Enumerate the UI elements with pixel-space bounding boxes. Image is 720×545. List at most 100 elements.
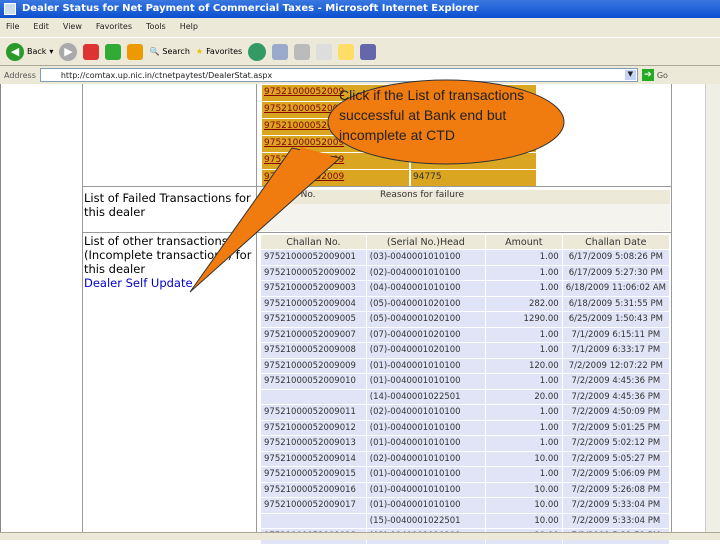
challan-no-cell: 97521000052009017 xyxy=(261,498,366,513)
head-cell: (01)-0040001010100 xyxy=(366,358,485,373)
header-challan-date: Challan Date xyxy=(562,235,669,249)
menu-file[interactable]: File xyxy=(6,22,19,33)
table-row: 97521000052009010 (01)-0040001010100 1.00 7… xyxy=(261,374,669,389)
challan-date-cell: 7/2/2009 5:33:04 PM xyxy=(562,498,669,513)
amount-cell: 120.00 xyxy=(485,358,562,373)
challan-date-cell: 6/25/2009 1:50:43 PM xyxy=(562,312,669,327)
divider xyxy=(671,84,672,532)
amount-cell: 10.00 xyxy=(485,482,562,497)
menu-favorites[interactable]: Favorites xyxy=(96,22,132,33)
head-cell: (03)-0040001010100 xyxy=(366,250,485,265)
failed-table-header: Challan No. Reasons for failure xyxy=(260,190,670,204)
table-row: 97521000052009009 (01)-0040001010100 120.0… xyxy=(261,358,669,373)
challan-date-cell: 7/2/2009 4:50:09 PM xyxy=(562,405,669,420)
head-cell: (02)-0040001010100 xyxy=(366,265,485,280)
table-row: (15)-0040001022501 10.00 7/2/2009 5:33:04 … xyxy=(261,513,669,528)
table-row: 97521000052009016 (01)-0040001010100 10.00… xyxy=(261,482,669,497)
address-input[interactable]: http://comtax.up.nic.in/ctnetpaytest/Dea… xyxy=(39,68,638,82)
table-row: 97521000052009014 (02)-0040001010100 10.00… xyxy=(261,451,669,466)
challan-no-cell: 97521000052009014 xyxy=(261,451,366,466)
search-button[interactable]: 🔍 Search xyxy=(149,47,189,56)
challan-no-cell: 97521000052009002 xyxy=(261,265,366,280)
head-cell: (05)-0040001020100 xyxy=(366,296,485,311)
challan-date-cell: 7/2/2009 5:26:08 PM xyxy=(562,482,669,497)
challan-date-cell: 7/1/2009 6:33:17 PM xyxy=(562,343,669,358)
head-cell: (01)-0040001010100 xyxy=(366,482,485,497)
refresh-icon[interactable] xyxy=(105,43,122,60)
challan-date-cell: 7/2/2009 5:02:12 PM xyxy=(562,436,669,451)
header-reasons: Reasons for failure xyxy=(380,190,465,200)
amount-cell: 1.00 xyxy=(485,265,562,280)
callout-text: Click if the List of transactions succes… xyxy=(339,87,525,143)
head-cell: (07)-0040001020100 xyxy=(366,327,485,342)
head-cell: (01)-0040001010100 xyxy=(366,420,485,435)
header-amount: Amount xyxy=(485,235,562,249)
head-cell: (07)-0040001020100 xyxy=(366,343,485,358)
go-button[interactable]: ➔ Go xyxy=(641,69,668,81)
scrollbar[interactable] xyxy=(705,84,720,532)
challan-date-cell: 7/2/2009 5:33:04 PM xyxy=(562,513,669,528)
divider xyxy=(256,84,257,532)
favorites-label: Favorites xyxy=(206,47,243,56)
menu-tools[interactable]: Tools xyxy=(146,22,166,33)
challan-date-cell: 7/2/2009 4:45:36 PM xyxy=(562,374,669,389)
favorites-button[interactable]: ★ Favorites xyxy=(196,47,242,56)
table-row: 97521000052009003 (04)-0040001010100 1.00 6… xyxy=(261,281,669,296)
forward-button[interactable]: ▶ xyxy=(59,42,78,61)
mail-icon[interactable] xyxy=(272,43,289,60)
edit-icon[interactable] xyxy=(316,43,333,60)
ie-icon xyxy=(4,3,16,15)
menu-view[interactable]: View xyxy=(63,22,82,33)
stop-icon[interactable] xyxy=(83,43,100,60)
address-url: http://comtax.up.nic.in/ctnetpaytest/Dea… xyxy=(60,71,273,80)
head-cell: (01)-0040001010100 xyxy=(366,498,485,513)
head-cell: (05)-0040001020100 xyxy=(366,312,485,327)
notes-icon[interactable] xyxy=(338,43,355,60)
head-cell: (14)-0040001022501 xyxy=(366,389,485,404)
head-cell: (01)-0040001010100 xyxy=(366,374,485,389)
amount-cell: 20.00 xyxy=(485,389,562,404)
other-transactions-label: List of other transactions (Incomplete t… xyxy=(84,234,254,290)
table-row: 97521000052009008 (07)-0040001020100 1.00 7… xyxy=(261,343,669,358)
dealer-self-update-link[interactable]: Dealer Self Update xyxy=(84,276,193,290)
home-icon[interactable] xyxy=(127,43,144,60)
table-row: (14)-0040001022501 20.00 7/2/2009 4:45:36 … xyxy=(261,389,669,404)
print-icon[interactable] xyxy=(294,43,311,60)
amount-cell: 1.00 xyxy=(485,467,562,482)
other-transactions-table: Challan No. (Serial No.)Head Amount Chal… xyxy=(260,234,670,545)
header-challan-no: Challan No. xyxy=(261,235,366,249)
challan-date-cell: 6/18/2009 11:06:02 AM xyxy=(562,281,669,296)
menu-edit[interactable]: Edit xyxy=(33,22,49,33)
challan-link[interactable]: 97521000052009 xyxy=(262,153,409,169)
challan-no-cell: 97521000052009012 xyxy=(261,420,366,435)
window-title: Dealer Status for Net Payment of Commerc… xyxy=(22,3,479,14)
go-label: Go xyxy=(656,70,668,80)
star-icon: ★ xyxy=(195,47,204,56)
amount-cell: 10.00 xyxy=(485,451,562,466)
amount-cell: 282.00 xyxy=(485,296,562,311)
header-challan: Challan No. xyxy=(264,190,316,200)
chevron-down-icon[interactable]: ▼ xyxy=(624,70,636,80)
table-row: 97521000052009012 (01)-0040001010100 1.00 7… xyxy=(261,420,669,435)
back-button[interactable]: ◀ Back ▾ xyxy=(6,42,53,61)
table-row: 97521000052009001 (03)-0040001010100 1.00 6… xyxy=(261,250,669,265)
table-row: 97521000052009011 (02)-0040001010100 1.00 7… xyxy=(261,405,669,420)
messenger-icon[interactable] xyxy=(360,43,377,60)
challan-link[interactable]: 97521000052009 xyxy=(262,170,409,186)
challan-date-cell: 7/2/2009 12:07:22 PM xyxy=(562,358,669,373)
challan-date-cell: 6/17/2009 5:27:30 PM xyxy=(562,265,669,280)
failed-table-body xyxy=(260,204,670,231)
head-cell: (01)-0040001010100 xyxy=(366,467,485,482)
history-icon[interactable] xyxy=(248,42,267,61)
challan-date-cell: 6/18/2009 5:31:55 PM xyxy=(562,296,669,311)
failed-transactions-label: List of Failed Transactions for this dea… xyxy=(84,191,251,219)
head-cell: (02)-0040001010100 xyxy=(366,405,485,420)
menu-bar: File Edit View Favorites Tools Help xyxy=(0,18,720,37)
search-label: Search xyxy=(162,47,190,56)
challan-date-cell: 7/2/2009 4:45:36 PM xyxy=(562,389,669,404)
table-row: 97521000052009002 (02)-0040001010100 1.00 6… xyxy=(261,265,669,280)
menu-help[interactable]: Help xyxy=(180,22,198,33)
gold-row: 97521000052009 94774 xyxy=(262,153,536,170)
amount-cell: 1.00 xyxy=(485,327,562,342)
address-label: Address xyxy=(4,70,36,80)
